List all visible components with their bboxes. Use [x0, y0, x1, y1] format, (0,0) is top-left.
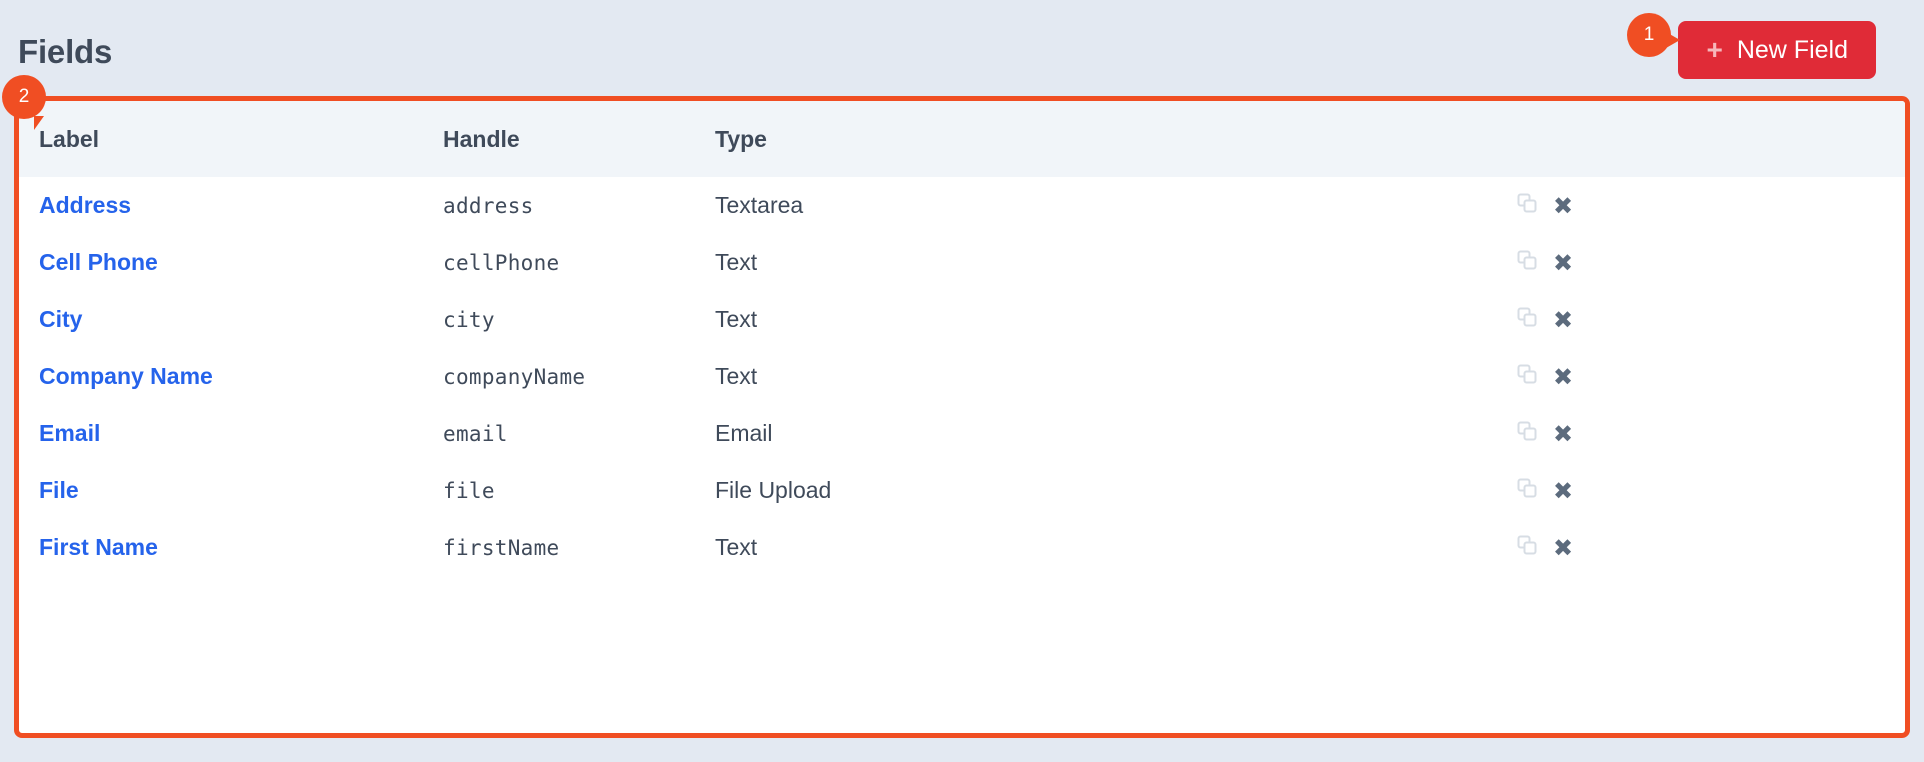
column-header-type[interactable]: Type — [715, 101, 1515, 177]
cell-label: City — [19, 291, 443, 348]
cell-label: Cell Phone — [19, 234, 443, 291]
table-body: Address address Textarea ✖ Cell Phone cellPho… — [19, 177, 1905, 576]
cell-type: Email — [715, 420, 773, 446]
cell-handle: companyName — [443, 364, 586, 389]
cell-actions: ✖ — [1515, 519, 1905, 576]
cell-label: First Name — [19, 519, 443, 576]
cell-actions: ✖ — [1515, 348, 1905, 405]
table-row: City city Text ✖ — [19, 291, 1905, 348]
cell-actions: ✖ — [1515, 234, 1905, 291]
cell-actions: ✖ — [1515, 177, 1905, 234]
table-row: Company Name companyName Text ✖ — [19, 348, 1905, 405]
cell-handle: cellPhone — [443, 250, 560, 275]
table-row: Cell Phone cellPhone Text ✖ — [19, 234, 1905, 291]
field-label-link[interactable]: Cell Phone — [39, 249, 158, 275]
close-icon[interactable]: ✖ — [1553, 251, 1573, 275]
new-field-button[interactable]: + New Field — [1678, 21, 1876, 79]
cell-handle: city — [443, 307, 495, 332]
copy-icon[interactable] — [1515, 362, 1539, 391]
cell-type: File Upload — [715, 477, 832, 503]
table-header: Label Handle Type — [19, 101, 1905, 177]
close-icon[interactable]: ✖ — [1553, 422, 1573, 446]
cell-type: Text — [715, 306, 758, 332]
field-label-link[interactable]: File — [39, 477, 79, 503]
cell-handle: firstName — [443, 535, 560, 560]
close-icon[interactable]: ✖ — [1553, 479, 1573, 503]
copy-icon[interactable] — [1515, 533, 1539, 562]
cell-actions: ✖ — [1515, 291, 1905, 348]
column-header-handle[interactable]: Handle — [443, 101, 715, 177]
field-label-link[interactable]: City — [39, 306, 82, 332]
plus-icon: + — [1706, 34, 1723, 65]
cell-handle: email — [443, 421, 508, 446]
cell-type: Text — [715, 363, 758, 389]
table-header-row: Label Handle Type — [19, 101, 1905, 177]
cell-label: Company Name — [19, 348, 443, 405]
cell-label: File — [19, 462, 443, 519]
close-icon[interactable]: ✖ — [1553, 194, 1573, 218]
cell-handle: address — [443, 193, 534, 218]
copy-icon[interactable] — [1515, 419, 1539, 448]
header-actions: + New Field — [1678, 21, 1884, 79]
cell-label: Address — [19, 177, 443, 234]
close-icon[interactable]: ✖ — [1553, 308, 1573, 332]
table-row: First Name firstName Text ✖ — [19, 519, 1905, 576]
cell-type: Textarea — [715, 192, 804, 218]
fields-table-panel: Label Handle Type Address address Textarea… — [14, 96, 1910, 738]
annotation-badge-2-label: 2 — [18, 86, 30, 107]
cell-label: Email — [19, 405, 443, 462]
cell-actions: ✖ — [1515, 405, 1905, 462]
copy-icon[interactable] — [1515, 476, 1539, 505]
field-label-link[interactable]: Address — [39, 192, 131, 218]
table-row: Address address Textarea ✖ — [19, 177, 1905, 234]
column-header-actions — [1515, 101, 1905, 177]
annotation-badge-1: 1 — [1627, 13, 1680, 57]
cell-actions: ✖ — [1515, 462, 1905, 519]
column-header-label[interactable]: Label — [19, 101, 443, 177]
table-row: Email email Email ✖ — [19, 405, 1905, 462]
fields-table: Label Handle Type Address address Textarea… — [19, 101, 1905, 576]
table-row: File file File Upload ✖ — [19, 462, 1905, 519]
cell-handle: file — [443, 478, 495, 503]
close-icon[interactable]: ✖ — [1553, 536, 1573, 560]
close-icon[interactable]: ✖ — [1553, 365, 1573, 389]
new-field-button-label: New Field — [1736, 35, 1848, 64]
field-label-link[interactable]: Company Name — [39, 363, 213, 389]
copy-icon[interactable] — [1515, 305, 1539, 334]
annotation-badge-2: 2 — [2, 75, 46, 130]
copy-icon[interactable] — [1515, 191, 1539, 220]
field-label-link[interactable]: Email — [39, 420, 100, 446]
cell-type: Text — [715, 534, 758, 560]
field-label-link[interactable]: First Name — [39, 534, 158, 560]
page-title: Fields — [18, 32, 113, 70]
copy-icon[interactable] — [1515, 248, 1539, 277]
cell-type: Text — [715, 249, 758, 275]
annotation-badge-1-label: 1 — [1643, 24, 1655, 45]
